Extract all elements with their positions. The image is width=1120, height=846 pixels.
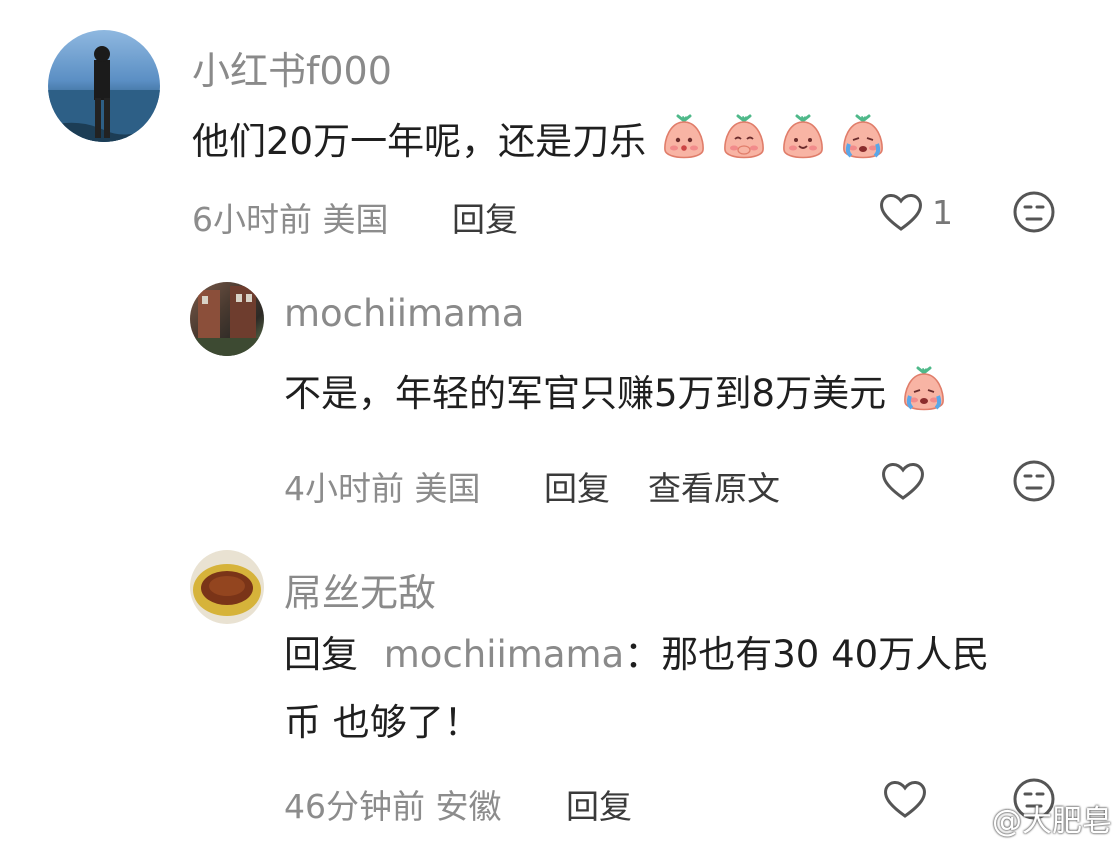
avatar-photo-icon [193, 564, 261, 616]
meh-face-icon [1013, 191, 1055, 233]
comment-text: 回复 mochiimama：那也有30 40万人民 [284, 636, 989, 673]
avatar-photo-icon [48, 46, 160, 142]
view-original-button[interactable]: 查看原文 [648, 462, 780, 510]
comment-text-line1: ：那也有30 40万人民 [624, 633, 990, 676]
heart-icon [884, 781, 926, 818]
heart-icon [882, 463, 924, 500]
username[interactable]: 小红书f000 [192, 40, 392, 95]
crying-mochi-emoji [902, 366, 946, 414]
shy-mochi-emoji [662, 114, 706, 162]
mention-link[interactable]: mochiimama [384, 633, 624, 676]
meh-face-icon [1013, 460, 1055, 502]
comment-text-line2: 币 也够了！ [284, 701, 481, 744]
timestamp: 4小时前 [284, 469, 404, 508]
timestamp: 6小时前 [192, 200, 312, 239]
crying-mochi-emoji [841, 114, 885, 162]
dislike-button[interactable] [1012, 190, 1056, 238]
like-button[interactable] [878, 191, 924, 237]
location: 安徽 [435, 787, 502, 826]
like-count: 1 [932, 193, 953, 232]
username[interactable]: 屌丝无敌 [284, 562, 436, 617]
timestamp: 46分钟前 [284, 787, 425, 826]
location: 美国 [322, 200, 389, 239]
reply-button[interactable]: 回复 [452, 193, 518, 241]
cover-mouth-mochi-emoji [722, 114, 766, 162]
watermark-text: @大肥皂 [992, 804, 1112, 839]
reply-button[interactable]: 回复 [566, 780, 632, 828]
comment-text-content: 他们20万一年呢，还是刀乐 [192, 120, 647, 163]
watermark: @大肥皂 [948, 796, 1112, 840]
comment-1: 小红书f000 他们20万一年呢，还是刀乐 6小时前 美国 回复 1 [0, 0, 1120, 260]
username[interactable]: mochiimama [284, 292, 524, 335]
comment-meta: 46分钟前 安徽 [284, 780, 502, 828]
avatar[interactable] [190, 550, 264, 624]
comment-text: 不是，年轻的军官只赚5万到8万美元 [284, 366, 946, 414]
avatar[interactable] [190, 282, 264, 356]
reply-prefix: 回复 [284, 633, 358, 676]
weibo-logo-icon [949, 811, 980, 833]
comment-text-content: 不是，年轻的军官只赚5万到8万美元 [284, 372, 887, 415]
comment-meta: 4小时前 美国 [284, 462, 481, 510]
smile-mochi-emoji [781, 114, 825, 162]
avatar-photo-icon [190, 286, 264, 356]
dislike-button[interactable] [1012, 459, 1056, 507]
location: 美国 [414, 469, 481, 508]
comment-meta: 6小时前 美国 [192, 193, 389, 241]
comment-text: 他们20万一年呢，还是刀乐 [192, 114, 885, 162]
like-button[interactable] [880, 460, 926, 506]
reply-button[interactable]: 回复 [544, 462, 610, 510]
heart-icon [880, 194, 922, 231]
like-button[interactable] [882, 778, 928, 824]
avatar[interactable] [48, 30, 160, 142]
